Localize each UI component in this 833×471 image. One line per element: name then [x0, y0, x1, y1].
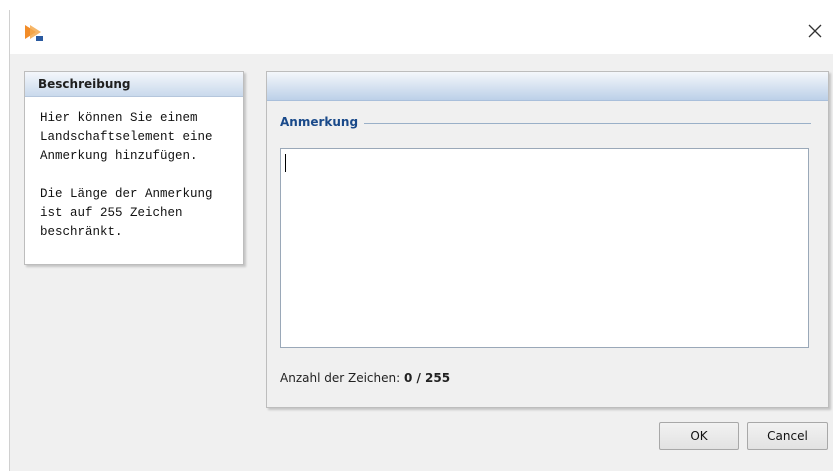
text-caret	[285, 154, 286, 172]
description-paragraph-2: Die Länge der Anmerkung ist auf 255 Zeic…	[40, 185, 243, 242]
close-icon[interactable]	[804, 20, 826, 42]
annotation-panel-header	[267, 72, 828, 101]
annotation-textarea[interactable]	[280, 148, 809, 348]
cancel-button[interactable]: Cancel	[747, 422, 828, 450]
description-line: ist auf 255 Zeichen	[40, 206, 183, 220]
app-logo-icon	[25, 25, 43, 41]
annotation-section-title: Anmerkung	[280, 115, 365, 129]
description-line: beschränkt.	[40, 225, 123, 239]
description-line: Hier können Sie einem	[40, 111, 198, 125]
description-line: Die Länge der Anmerkung	[40, 187, 213, 201]
character-counter: Anzahl der Zeichen: 0 / 255	[280, 371, 450, 385]
counter-label: Anzahl der Zeichen:	[280, 371, 401, 385]
description-line: Anmerkung hinzufügen.	[40, 149, 198, 163]
description-text: Hier können Sie einem Landschaftselement…	[25, 97, 243, 242]
annotation-panel: Anmerkung Anzahl der Zeichen: 0 / 255	[266, 71, 829, 408]
description-panel: Beschreibung Hier können Sie einem Lands…	[24, 71, 244, 265]
title-bar	[10, 10, 833, 54]
description-paragraph-1: Hier können Sie einem Landschaftselement…	[40, 109, 243, 166]
counter-value: 0 / 255	[403, 371, 451, 385]
description-header: Beschreibung	[25, 72, 243, 97]
ok-button[interactable]: OK	[659, 422, 739, 450]
description-line: Landschaftselement eine	[40, 130, 213, 144]
dialog-window: Beschreibung Hier können Sie einem Lands…	[9, 10, 833, 471]
